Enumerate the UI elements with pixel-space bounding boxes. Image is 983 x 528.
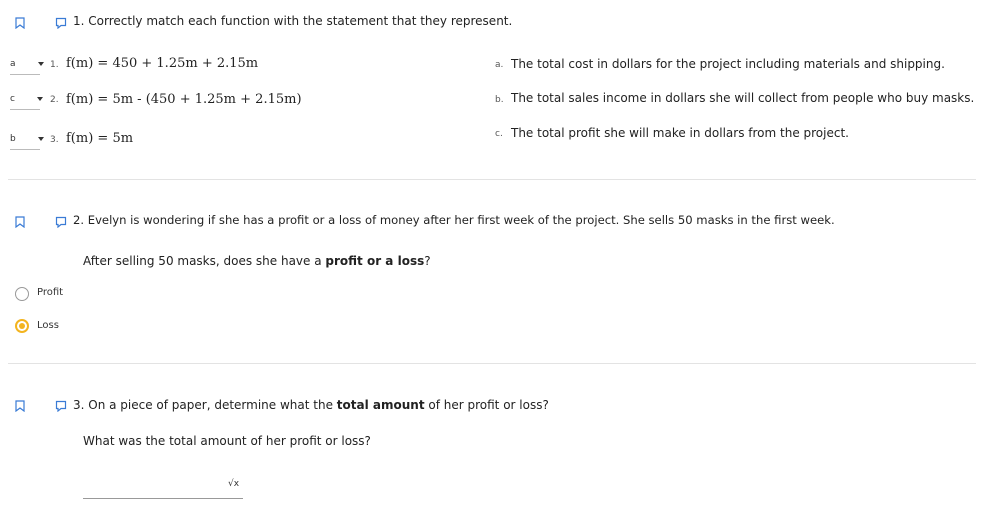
- select-underline: [10, 74, 40, 75]
- question-3-title: 3. On a piece of paper, determine what t…: [73, 398, 549, 412]
- item-number: 1.: [50, 60, 59, 70]
- question-1-title: 1. Correctly match each function with th…: [73, 14, 513, 28]
- formula-3: f(m) = 5m: [66, 131, 134, 146]
- comment-icon[interactable]: [55, 216, 67, 228]
- bookmark-icon[interactable]: [15, 17, 25, 29]
- match-select-3-value: b: [10, 134, 16, 144]
- prompt-suffix: ?: [424, 254, 431, 268]
- match-select-2-value: c: [10, 94, 15, 104]
- select-underline: [10, 109, 40, 110]
- formula-1: f(m) = 450 + 1.25m + 2.15m: [66, 56, 259, 71]
- comment-icon[interactable]: [55, 17, 67, 29]
- radio-profit[interactable]: [15, 287, 29, 301]
- statement-letter: a.: [495, 60, 504, 70]
- question-2-prompt: After selling 50 masks, does she have a …: [83, 254, 431, 268]
- comment-icon[interactable]: [55, 400, 67, 412]
- match-select-2[interactable]: c: [10, 94, 43, 104]
- answer-input[interactable]: [83, 476, 243, 498]
- chevron-down-icon: [37, 61, 44, 66]
- match-select-1-value: a: [10, 59, 16, 69]
- match-select-1[interactable]: a: [10, 59, 44, 69]
- prompt-bold-text: profit or a loss: [325, 254, 425, 268]
- divider: [8, 179, 976, 180]
- statement-letter: c.: [495, 129, 503, 139]
- match-select-3[interactable]: b: [10, 134, 44, 144]
- chevron-down-icon: [36, 96, 43, 101]
- statement-c: The total profit she will make in dollar…: [511, 126, 849, 140]
- statement-b: The total sales income in dollars she wi…: [511, 91, 975, 105]
- chevron-down-icon: [37, 136, 44, 141]
- divider: [8, 363, 976, 364]
- question-3-prompt: What was the total amount of her profit …: [83, 434, 371, 448]
- math-editor-icon[interactable]: √x: [228, 479, 239, 489]
- answer-underline: [83, 498, 243, 499]
- title-suffix: of her profit or loss?: [424, 398, 549, 412]
- statement-a: The total cost in dollars for the projec…: [511, 57, 945, 71]
- statement-letter: b.: [495, 95, 504, 105]
- prompt-text: After selling 50 masks, does she have a: [83, 254, 326, 268]
- formula-2: f(m) = 5m - (450 + 1.25m + 2.15m): [66, 92, 302, 107]
- title-text: 3. On a piece of paper, determine what t…: [73, 398, 337, 412]
- radio-label-loss: Loss: [37, 320, 59, 331]
- item-number: 2.: [50, 95, 59, 105]
- select-underline: [10, 149, 40, 150]
- radio-loss[interactable]: [15, 319, 29, 333]
- radio-label-profit: Profit: [37, 287, 64, 298]
- bookmark-icon[interactable]: [15, 400, 25, 412]
- question-2-title: 2. Evelyn is wondering if she has a prof…: [73, 213, 835, 227]
- title-bold-text: total amount: [336, 398, 425, 412]
- bookmark-icon[interactable]: [15, 216, 25, 228]
- item-number: 3.: [50, 135, 59, 145]
